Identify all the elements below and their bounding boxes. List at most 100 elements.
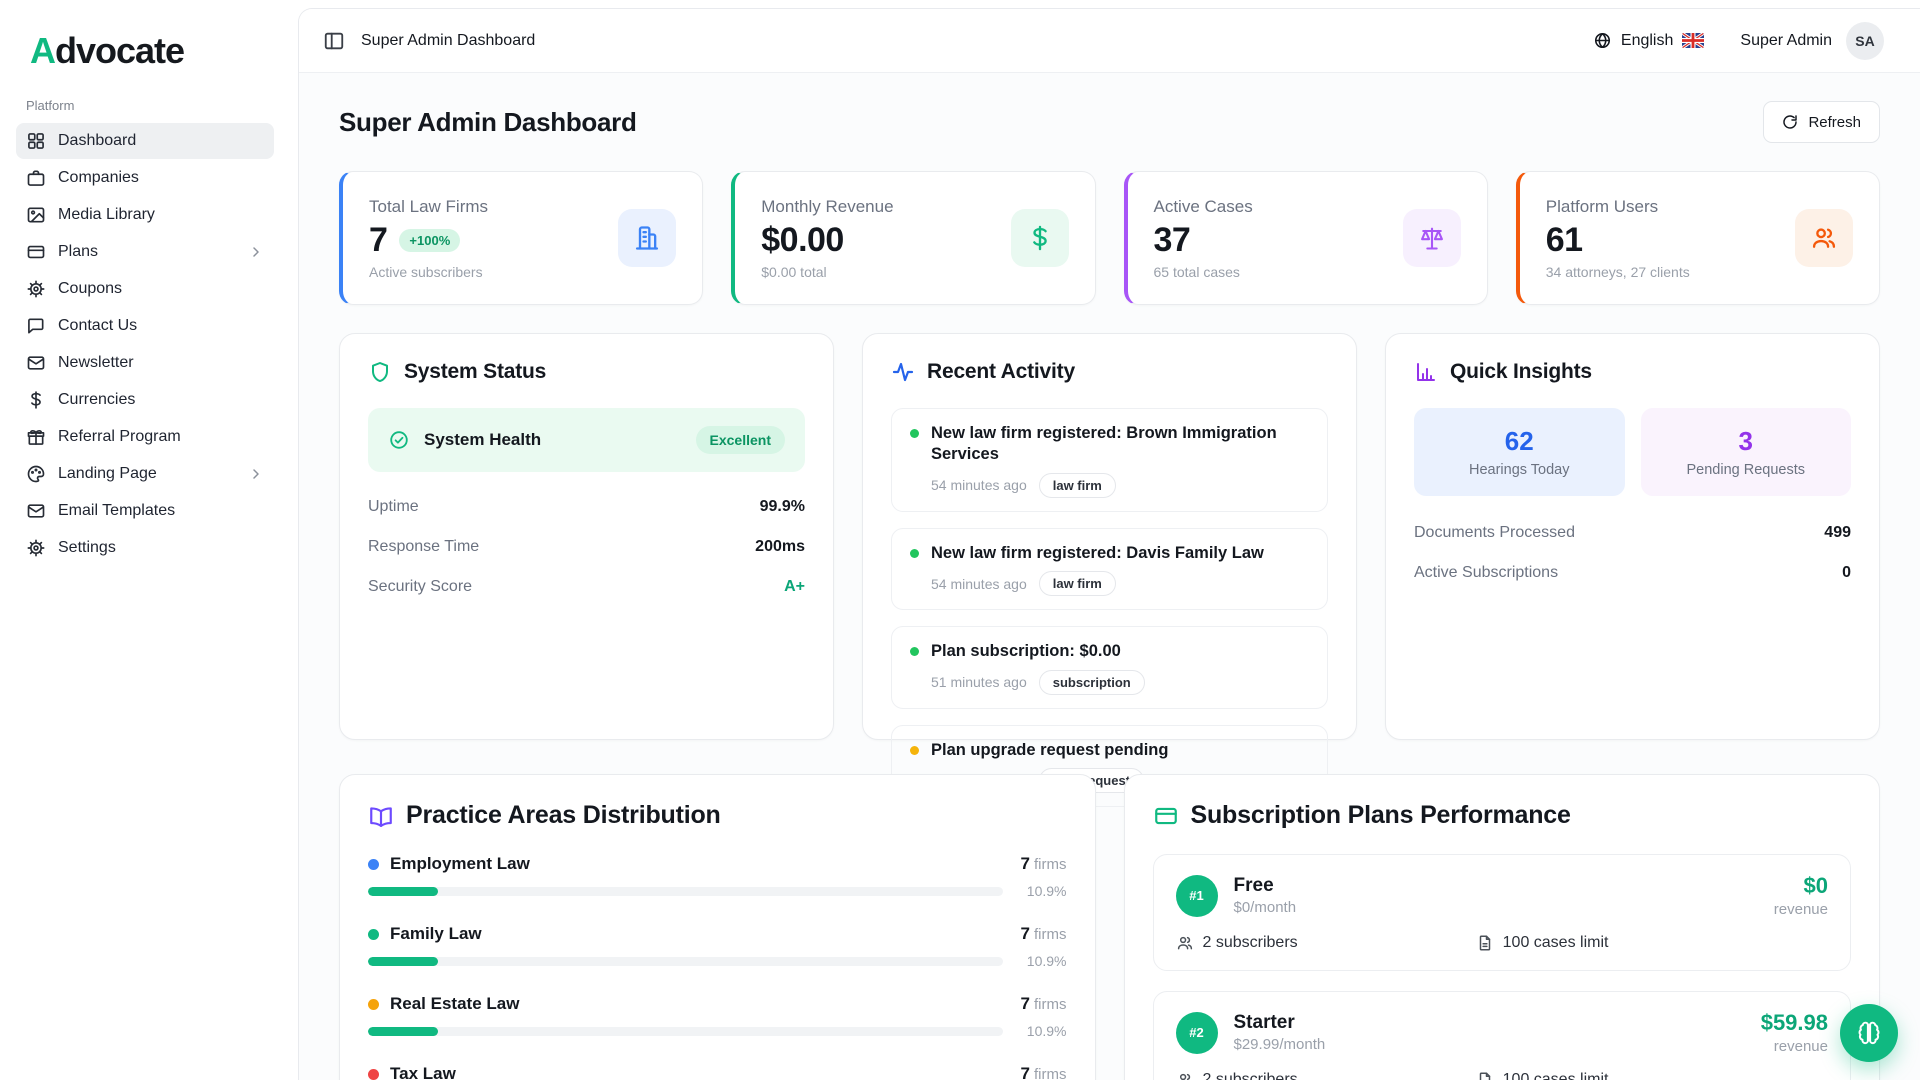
documents-processed-value: 499 [1824,524,1851,542]
plan-subscribers: 2 subscribers [1176,1071,1476,1080]
gear-icon [26,279,46,299]
plan-cases-limit: 100 cases limit [1476,1071,1776,1080]
practice-area-row: Family Law 7firms 10.9% [368,924,1067,969]
gear-icon [26,538,46,558]
sidebar-item-label: Plans [58,243,98,261]
plan-name: Starter [1234,1012,1326,1034]
refresh-button[interactable]: Refresh [1763,101,1880,143]
stat-label: Monthly Revenue [761,197,893,217]
recent-activity-title: Recent Activity [927,360,1075,384]
sidebar: Advocate Platform Dashboard Companies Me… [0,0,290,1080]
response-time-label: Response Time [368,538,479,556]
security-score-label: Security Score [368,578,472,596]
sidebar-item-plans[interactable]: Plans [16,234,274,270]
practice-area-count: 7firms [1021,854,1067,874]
stat-subtitle: $0.00 total [761,264,893,280]
mail-icon [26,353,46,373]
activity-tag: law firm [1039,571,1116,596]
mail-icon [26,501,46,521]
file-text-icon [1476,934,1494,952]
image-icon [26,205,46,225]
bar-chart-icon [1414,360,1438,384]
status-dot [910,429,919,438]
progress-fill [368,887,438,896]
activity-item: Plan subscription: $0.00 51 minutes ago … [891,626,1328,708]
sidebar-item-label: Currencies [58,391,135,409]
active-subscriptions-value: 0 [1842,564,1851,582]
system-health-banner: System Health Excellent [368,408,805,472]
book-open-icon [368,803,394,829]
uk-flag-icon [1682,33,1704,48]
app-root: Advocate Platform Dashboard Companies Me… [0,0,1920,1080]
shield-icon [368,360,392,384]
practice-area-name: Family Law [390,924,482,944]
insight-label: Pending Requests [1651,462,1842,478]
progress-track [368,957,1003,966]
globe-icon [1593,31,1612,50]
plan-price: $29.99/month [1234,1036,1326,1053]
activity-tag: subscription [1039,670,1145,695]
practice-area-percent: 10.9% [1021,1023,1067,1039]
category-dot [368,929,379,940]
stat-card-monthly-revenue: Monthly Revenue $0.00 $0.00 total [731,171,1095,305]
activity-item: New law firm registered: Davis Family La… [891,528,1328,610]
sidebar-item-email-templates[interactable]: Email Templates [16,493,274,529]
main-area: Super Admin Dashboard English Super Admi… [298,8,1920,1080]
insight-tile-pending: 3 Pending Requests [1641,408,1852,496]
page-title: Super Admin Dashboard [339,107,637,138]
user-menu[interactable]: Super Admin SA [1740,22,1884,60]
plan-revenue-value: $59.98 [1761,1010,1828,1036]
sidebar-item-coupons[interactable]: Coupons [16,271,274,307]
sidebar-item-currencies[interactable]: Currencies [16,382,274,418]
stat-subtitle: 65 total cases [1154,264,1253,280]
credit-card-icon [1153,803,1179,829]
plan-row-starter: #2 Starter $29.99/month $59.98 revenue [1153,991,1852,1080]
sidebar-item-label: Referral Program [58,428,181,446]
gift-icon [26,427,46,447]
plan-row-free: #1 Free $0/month $0 revenue [1153,854,1852,971]
practice-area-count: 7firms [1021,924,1067,944]
sidebar-item-contact-us[interactable]: Contact Us [16,308,274,344]
activity-pulse-icon [891,360,915,384]
credit-card-icon [26,242,46,262]
breadcrumb: Super Admin Dashboard [361,32,535,50]
ai-assistant-button[interactable] [1840,1004,1898,1062]
dashboard-content: Super Admin Dashboard Refresh Total Law … [299,73,1920,1080]
practice-area-name: Tax Law [390,1064,456,1080]
sidebar-item-newsletter[interactable]: Newsletter [16,345,274,381]
language-selector[interactable]: English [1593,31,1704,50]
quick-insights-title: Quick Insights [1450,360,1592,384]
avatar: SA [1846,22,1884,60]
sidebar-item-referral-program[interactable]: Referral Program [16,419,274,455]
stat-label: Total Law Firms [369,197,488,217]
activity-time: 54 minutes ago [931,477,1027,493]
category-dot [368,1069,379,1080]
sidebar-toggle-icon[interactable] [323,30,345,52]
practice-area-name: Employment Law [390,854,530,874]
sidebar-item-label: Email Templates [58,502,175,520]
status-dot [910,647,919,656]
progress-fill [368,957,438,966]
insight-label: Hearings Today [1424,462,1615,478]
practice-areas-title: Practice Areas Distribution [406,801,721,830]
briefcase-icon [26,168,46,188]
stat-subtitle: 34 attorneys, 27 clients [1546,264,1690,280]
sidebar-item-label: Media Library [58,206,155,224]
refresh-icon [1782,114,1798,130]
sidebar-item-media-library[interactable]: Media Library [16,197,274,233]
activity-tag: law firm [1039,473,1116,498]
sidebar-item-landing-page[interactable]: Landing Page [16,456,274,492]
activity-title: Plan subscription: $0.00 [931,641,1121,662]
file-text-icon [1476,1071,1494,1080]
sidebar-item-companies[interactable]: Companies [16,160,274,196]
sidebar-item-dashboard[interactable]: Dashboard [16,123,274,159]
sidebar-item-settings[interactable]: Settings [16,530,274,566]
stat-value: 7 [369,221,387,260]
activity-time: 54 minutes ago [931,576,1027,592]
stat-value: 61 [1546,221,1583,260]
status-dot [910,549,919,558]
scales-of-justice-icon [1403,209,1461,267]
practice-area-count: 7firms [1021,994,1067,1014]
practice-area-count: 7firms [1021,1064,1067,1080]
refresh-button-label: Refresh [1808,114,1861,131]
